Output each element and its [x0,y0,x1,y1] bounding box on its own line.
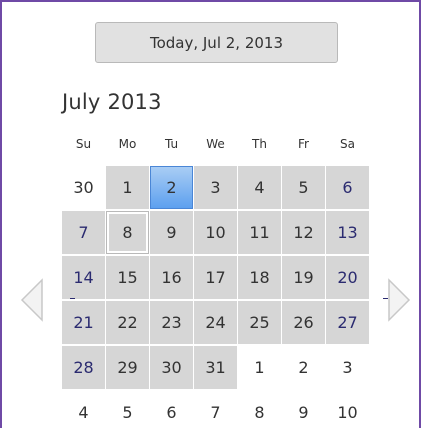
weekday-label: Mo [118,137,137,151]
day-cell[interactable]: 26 [282,301,325,344]
month-title[interactable]: July 2013 [62,90,162,114]
day-cell-adjacent-month[interactable]: 30 [62,166,105,209]
weekday-label: Fr [298,137,309,151]
day-cell[interactable]: 25 [238,301,281,344]
day-cell[interactable]: 9 [150,211,193,254]
day-cell[interactable]: 16 [150,256,193,299]
day-cell[interactable]: 22 [106,301,149,344]
day-cell[interactable]: 1 [106,166,149,209]
prev-month-tick [70,298,75,299]
day-cell[interactable]: 17 [194,256,237,299]
chevron-right-icon [388,278,411,322]
day-cell[interactable]: 20 [326,256,369,299]
day-cell[interactable]: 6 [326,166,369,209]
weekday-label: Tu [164,137,179,151]
weekday-header-row: Su Mo Tu We Th Fr Sa [62,131,372,157]
day-grid: 30 1 2 3 4 5 6 7 8 9 10 11 12 13 14 15 16 17 18 19 20 21 22 23 2… [62,166,372,428]
day-cell[interactable]: 12 [282,211,325,254]
day-cell[interactable]: 5 [282,166,325,209]
day-cell-adjacent-month[interactable]: 2 [282,346,325,389]
day-cell[interactable]: 18 [238,256,281,299]
day-cell[interactable]: 13 [326,211,369,254]
day-cell[interactable]: 31 [194,346,237,389]
day-cell[interactable]: 3 [194,166,237,209]
weekday-label: We [206,137,225,151]
day-cell[interactable]: 8 [106,211,149,254]
day-cell[interactable]: 27 [326,301,369,344]
day-cell[interactable]: 10 [194,211,237,254]
day-cell[interactable]: 14 [62,256,105,299]
next-month-button[interactable] [384,278,412,322]
day-cell[interactable]: 24 [194,301,237,344]
day-cell[interactable]: 29 [106,346,149,389]
day-cell[interactable]: 21 [62,301,105,344]
day-cell-selected[interactable]: 2 [150,166,193,209]
day-cell-adjacent-month[interactable]: 1 [238,346,281,389]
day-cell[interactable]: 15 [106,256,149,299]
today-button[interactable]: Today, Jul 2, 2013 [95,22,338,63]
day-cell[interactable]: 11 [238,211,281,254]
weekday-label: Th [252,137,267,151]
day-cell-adjacent-month[interactable]: 3 [326,346,369,389]
day-cell[interactable]: 30 [150,346,193,389]
chevron-left-icon [20,278,43,322]
prev-month-button[interactable] [19,278,47,322]
weekday-label: Su [75,137,92,151]
day-cell[interactable]: 7 [62,211,105,254]
day-cell[interactable]: 19 [282,256,325,299]
day-cell[interactable]: 28 [62,346,105,389]
weekday-label: Sa [340,137,355,151]
today-button-label: Today, Jul 2, 2013 [149,33,284,52]
day-cell[interactable]: 23 [150,301,193,344]
day-cell[interactable]: 4 [238,166,281,209]
